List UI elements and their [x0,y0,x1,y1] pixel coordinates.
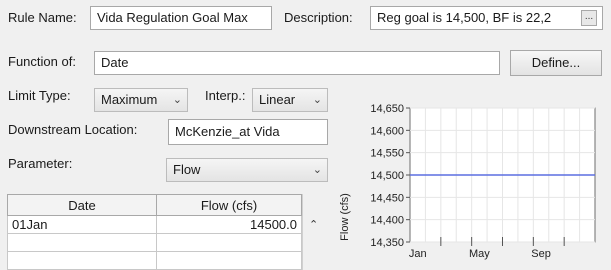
plot-area: 14,350 14,400 14,450 14,500 14,550 14,600 14,6… [370,103,596,260]
limit-type-dropdown[interactable]: Maximum ⌄ [94,88,188,112]
parameter-value: Flow [173,162,201,177]
y-tick-label: 14,550 [370,148,404,160]
rule-name-field[interactable]: Vida Regulation Goal Max [90,6,272,30]
flow-cell[interactable]: 14500.0 [156,215,302,234]
flow-cell[interactable] [156,233,302,252]
table-scrollbar[interactable]: ⌃ [302,194,326,270]
description-text: Reg goal is 14,500, BF is 22,2 [377,10,552,25]
flow-cell[interactable] [156,251,302,270]
y-tick-label: 14,600 [370,125,404,137]
chevron-down-icon: ⌄ [172,94,182,106]
table-row[interactable]: 01Jan 14500.0 [7,215,302,234]
interp-value: Linear [259,92,296,107]
description-label: Description: [284,10,353,25]
date-cell[interactable] [7,251,157,270]
date-cell[interactable] [7,233,157,252]
chevron-down-icon: ⌄ [312,94,322,106]
interp-dropdown[interactable]: Linear ⌄ [252,88,328,112]
y-tick-label: 14,450 [370,192,404,204]
parameter-label: Parameter: [8,156,73,171]
function-of-field[interactable]: Date [94,51,500,75]
table-row[interactable] [7,251,302,270]
description-edit-button[interactable]: ... [581,10,597,26]
parameter-dropdown[interactable]: Flow ⌄ [166,158,328,182]
date-cell[interactable]: 01Jan [7,215,157,234]
x-tick-label: May [469,248,490,260]
y-tick-label: 14,650 [370,103,404,115]
downstream-location-label: Downstream Location: [8,122,138,137]
column-header-flow[interactable]: Flow (cfs) [156,194,302,216]
table-header-row: Date Flow (cfs) [7,194,302,216]
y-tick-label: 14,400 [370,215,404,227]
limit-type-label: Limit Type: [8,88,71,103]
downstream-location-field[interactable]: McKenzie_at Vida [168,119,328,145]
rule-name-label: Rule Name: [8,10,77,25]
define-button[interactable]: Define... [510,50,602,76]
limit-type-value: Maximum [101,92,158,107]
scroll-up-arrow-icon[interactable]: ⌃ [309,218,318,231]
table-row[interactable] [7,233,302,252]
y-axis-label: Flow (cfs) [339,193,351,241]
x-tick-label: Sep [531,248,551,260]
description-field[interactable]: Reg goal is 14,500, BF is 22,2 [370,6,603,30]
chevron-down-icon: ⌄ [312,164,322,176]
y-tick-label: 14,500 [370,170,404,182]
column-header-date[interactable]: Date [7,194,157,216]
y-tick-label: 14,350 [370,237,404,249]
date-flow-table: Date Flow (cfs) 01Jan 14500.0 [7,194,302,270]
flow-chart: Flow (cfs) 14,350 14,400 14,450 14,500 14,55… [339,103,596,260]
function-of-label: Function of: [8,54,76,69]
interp-label: Interp.: [205,88,246,103]
x-tick-label: Jan [409,248,427,260]
